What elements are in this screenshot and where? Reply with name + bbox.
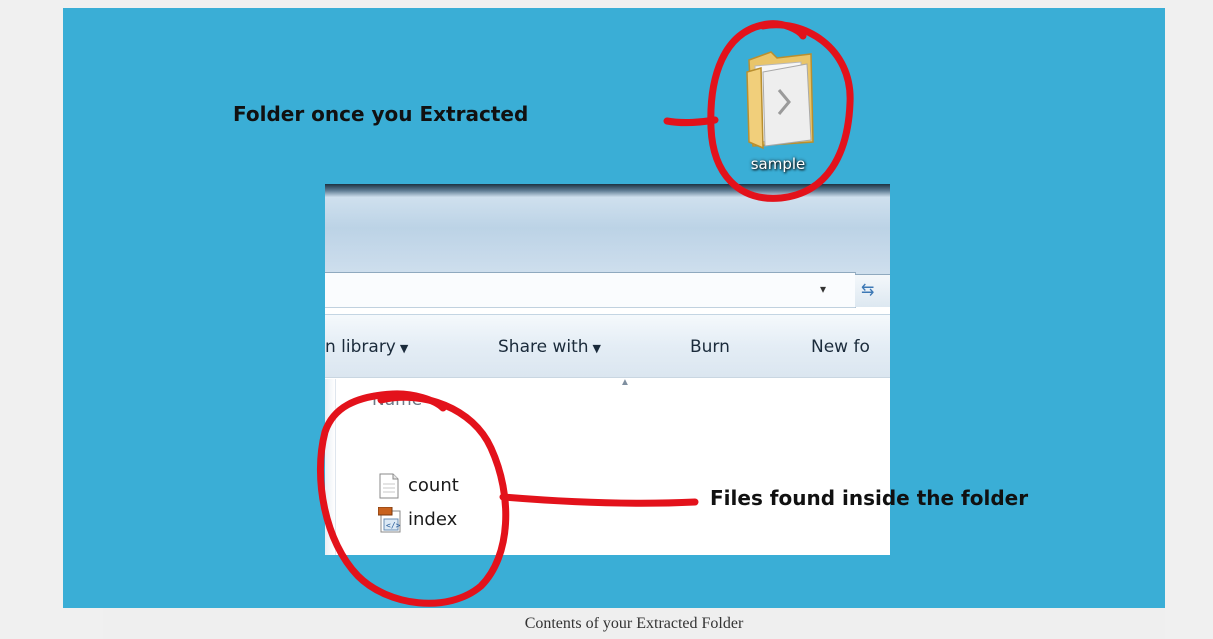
address-dropdown-icon[interactable]: ▾ bbox=[820, 282, 826, 296]
desktop-folder-label[interactable]: sample bbox=[740, 155, 816, 173]
screenshot-area: Folder once you Extracted sample ▾ ⇆ n l… bbox=[63, 8, 1165, 608]
column-header-name[interactable]: Name bbox=[372, 390, 422, 410]
connector-folder bbox=[663, 116, 719, 127]
address-bar[interactable] bbox=[325, 272, 856, 308]
chevron-down-icon: ▼ bbox=[592, 342, 601, 355]
files-annotation: Files found inside the folder bbox=[710, 486, 1029, 510]
html-file-icon: </> bbox=[378, 507, 401, 533]
refresh-icon: ⇆ bbox=[861, 282, 875, 299]
text-file-icon bbox=[379, 473, 399, 499]
include-in-library-button[interactable]: n library ▼ bbox=[325, 337, 408, 357]
command-bar bbox=[325, 314, 890, 378]
include-in-library-label: n library bbox=[325, 337, 396, 357]
burn-button[interactable]: Burn bbox=[690, 337, 730, 357]
navigation-pane[interactable] bbox=[325, 379, 336, 555]
folder-annotation: Folder once you Extracted bbox=[233, 102, 529, 126]
file-name: index bbox=[408, 509, 458, 530]
folder-icon bbox=[746, 51, 814, 150]
refresh-button[interactable]: ⇆ bbox=[855, 274, 890, 307]
chevron-down-icon: ▼ bbox=[399, 342, 409, 355]
sort-ascending-icon: ▲ bbox=[620, 377, 630, 388]
share-with-button[interactable]: Share with ▼ bbox=[498, 337, 601, 357]
share-with-label: Share with bbox=[498, 337, 589, 357]
file-name: count bbox=[408, 475, 459, 496]
new-folder-button[interactable]: New fo bbox=[811, 337, 870, 357]
figure-caption: Contents of your Extracted Folder bbox=[103, 608, 1165, 639]
svg-text:</>: </> bbox=[386, 521, 401, 530]
